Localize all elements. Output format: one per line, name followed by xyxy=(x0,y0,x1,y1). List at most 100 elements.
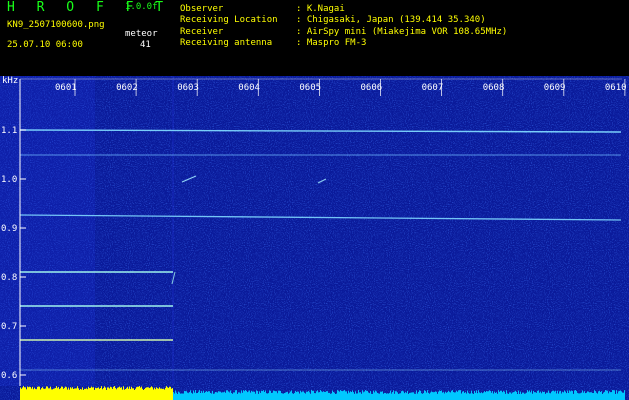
power-bar-segment xyxy=(398,393,399,400)
power-bar-segment xyxy=(509,392,510,400)
power-bar-segment xyxy=(328,392,329,400)
power-bar-segment xyxy=(550,393,551,400)
power-bar-segment xyxy=(598,391,599,400)
power-bar-segment xyxy=(426,392,427,400)
power-bar-segment xyxy=(431,391,432,400)
power-bar-segment xyxy=(505,393,506,400)
power-bar-segment xyxy=(81,389,82,400)
power-bar-segment xyxy=(493,393,494,400)
power-bar-segment xyxy=(267,393,268,400)
power-bar-segment xyxy=(280,390,281,400)
power-bar-segment xyxy=(540,391,541,400)
power-bar-segment xyxy=(217,392,218,400)
power-bar-segment xyxy=(445,391,446,400)
power-bar-segment xyxy=(545,393,546,400)
power-bar-segment xyxy=(615,393,616,400)
power-bar-segment xyxy=(413,392,414,400)
power-bar-segment xyxy=(377,392,378,400)
power-bar-segment xyxy=(603,392,604,400)
power-bar-segment xyxy=(519,393,520,400)
power-bar-segment xyxy=(194,392,195,400)
power-bar-segment xyxy=(209,391,210,400)
power-bar-segment xyxy=(356,393,357,400)
power-bar-segment xyxy=(264,391,265,400)
power-bar-segment xyxy=(463,391,464,400)
power-bar-segment xyxy=(339,391,340,400)
power-bar-segment xyxy=(307,391,308,400)
power-bar-segment xyxy=(118,387,119,400)
power-bar-segment xyxy=(252,391,253,400)
power-bar-segment xyxy=(198,391,199,400)
power-bar-segment xyxy=(537,390,538,400)
power-bar-segment xyxy=(323,391,324,400)
power-bar-segment xyxy=(93,387,94,400)
power-bar-segment xyxy=(33,389,34,400)
power-bar-segment xyxy=(142,388,143,400)
power-bar-segment xyxy=(386,393,387,400)
power-bar-segment xyxy=(182,393,183,400)
power-bar-segment xyxy=(175,390,176,400)
power-bar-segment xyxy=(574,390,575,400)
power-bar-segment xyxy=(365,390,366,400)
power-bar-segment xyxy=(100,388,101,400)
power-bar-segment xyxy=(111,387,112,400)
power-bar-segment xyxy=(612,390,613,400)
power-bar-segment xyxy=(192,393,193,400)
power-bar-segment xyxy=(497,393,498,400)
power-bar-segment xyxy=(219,391,220,400)
power-bar-segment xyxy=(361,393,362,400)
power-bar-segment xyxy=(544,391,545,400)
power-bar-segment xyxy=(360,392,361,400)
power-bar-segment xyxy=(409,392,410,400)
power-bar-segment xyxy=(443,392,444,400)
power-bar-segment xyxy=(458,390,459,400)
power-bar-segment xyxy=(495,392,496,400)
power-bar-segment xyxy=(243,390,244,400)
power-bar-segment xyxy=(230,390,231,400)
power-bar-segment xyxy=(291,390,292,400)
power-bar-segment xyxy=(74,388,75,400)
power-bar-segment xyxy=(344,390,345,400)
power-bar-segment xyxy=(304,392,305,400)
power-bar-segment xyxy=(30,387,31,400)
power-bar-segment xyxy=(202,392,203,400)
power-bar-segment xyxy=(306,391,307,400)
power-bar-segment xyxy=(554,391,555,400)
power-bar-segment xyxy=(429,393,430,400)
power-bar-segment xyxy=(477,393,478,400)
power-bar-segment xyxy=(420,390,421,400)
power-bar-segment xyxy=(621,391,622,400)
power-bar-segment xyxy=(335,393,336,400)
power-bar-segment xyxy=(384,392,385,400)
power-bar-segment xyxy=(83,389,84,400)
power-bar-segment xyxy=(442,392,443,400)
power-bar-segment xyxy=(622,392,623,400)
power-bar-segment xyxy=(573,393,574,400)
power-bar-segment xyxy=(257,391,258,400)
power-bar-segment xyxy=(169,386,170,400)
power-bar-segment xyxy=(197,393,198,400)
power-bar-segment xyxy=(268,393,269,400)
power-bar-segment xyxy=(482,393,483,400)
power-bar-segment xyxy=(311,390,312,400)
power-bar-segment xyxy=(551,391,552,400)
power-bar-segment xyxy=(527,390,528,400)
power-bar-segment xyxy=(40,389,41,400)
power-bar-segment xyxy=(297,391,298,400)
power-bar-segment xyxy=(341,390,342,400)
power-bar-segment xyxy=(46,386,47,400)
power-bar-segment xyxy=(56,386,57,400)
power-bar-segment xyxy=(619,390,620,400)
power-bar-segment xyxy=(89,388,90,400)
power-bar-segment xyxy=(541,393,542,400)
power-bar-segment xyxy=(399,393,400,400)
power-bar-segment xyxy=(363,392,364,400)
power-bar-segment xyxy=(256,390,257,400)
power-bar-segment xyxy=(208,391,209,400)
power-bar-segment xyxy=(425,390,426,400)
power-bar-segment xyxy=(453,392,454,400)
power-bar-segment xyxy=(23,386,24,400)
power-bar-segment xyxy=(434,392,435,400)
power-bar-segment xyxy=(609,391,610,400)
power-bar-segment xyxy=(119,386,120,400)
